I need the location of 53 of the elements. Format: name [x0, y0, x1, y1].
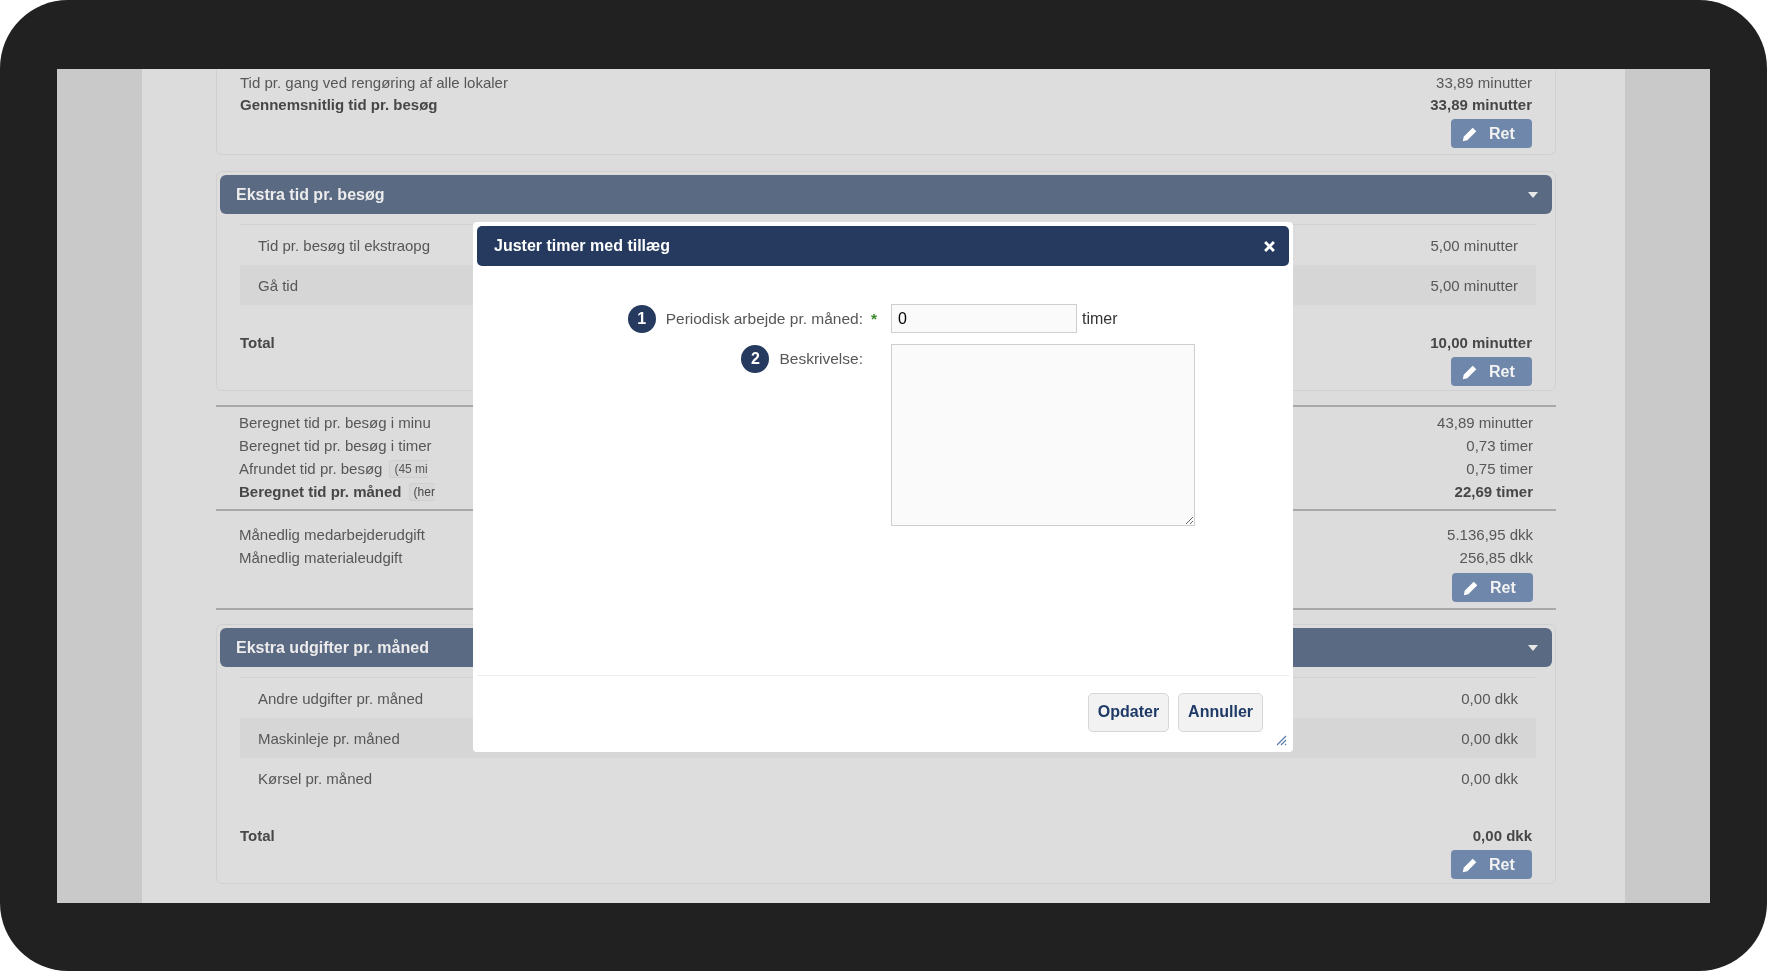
unit-label: timer [1082, 309, 1118, 329]
total-label: Total [240, 334, 275, 351]
dialog-title: Juster timer med tillæg [494, 237, 671, 255]
edit-button[interactable]: Ret [1452, 573, 1533, 602]
row-label: Gå tid [258, 276, 299, 294]
resize-grip-icon[interactable] [1275, 734, 1287, 746]
edit-button[interactable]: Ret [1451, 850, 1532, 879]
close-icon[interactable] [1264, 240, 1275, 252]
summary-value: 43,89 minutter [1437, 414, 1533, 431]
dialog-button[interactable]: Annuller [1178, 692, 1263, 732]
total-value: 10,00 minutter [1430, 334, 1532, 351]
field-label: Beskrivelse: [779, 350, 863, 368]
step-number-badge: 1 [627, 305, 656, 333]
row-value: 5,00 minutter [1430, 276, 1518, 294]
edit-button[interactable]: Ret [1451, 357, 1532, 386]
cost-value: 5.136,95 dkk [1447, 526, 1533, 543]
row-value: 0,00 dkk [1461, 769, 1518, 787]
section-header[interactable]: Ekstra tid pr. besøg [220, 175, 1552, 214]
note-badge: (45 mi [389, 459, 428, 478]
row-value: 33,89 minutter [1430, 95, 1532, 113]
row-label: Maskinleje pr. måned [258, 729, 400, 747]
row-value: 5,00 minutter [1430, 236, 1518, 254]
summary-value: 22,69 timer [1454, 483, 1533, 500]
row-value: 0,00 dkk [1461, 689, 1518, 707]
row-value: 33,89 minutter [1436, 73, 1532, 91]
section-title: Ekstra tid pr. besøg [236, 185, 385, 204]
input-field[interactable]: 0 [891, 304, 1077, 333]
summary-value: 0,73 timer [1466, 437, 1533, 454]
caret-icon [1528, 191, 1538, 198]
summary-label: Afrundet tid pr. besøg [239, 460, 383, 477]
cost-value: 256,85 dkk [1459, 549, 1533, 566]
note-badge: (her [408, 482, 435, 501]
cost-label: Månedlig materialeudgift [239, 549, 403, 566]
section-title: Ekstra udgifter pr. måned [236, 638, 429, 657]
caret-icon [1528, 644, 1538, 651]
dialog-button[interactable]: Opdater [1087, 692, 1170, 732]
row-label: Tid pr. besøg til ekstraopg [258, 236, 431, 254]
edit-button[interactable]: Ret [1451, 119, 1532, 148]
total-value: 0,00 dkk [1472, 827, 1532, 844]
required-mark: * [871, 310, 878, 327]
step-number-badge: 2 [741, 345, 770, 373]
row-label: Andre udgifter pr. måned [258, 689, 424, 707]
summary-value: 0,75 timer [1466, 460, 1533, 477]
field-label: Periodisk arbejde pr. måned: [665, 310, 863, 328]
row-value: 0,00 dkk [1461, 729, 1518, 747]
summary-label: Beregnet tid pr. besøg i timer [239, 437, 432, 454]
summary-label: Beregnet tid pr. besøg i minu [239, 414, 431, 431]
row-label: Tid pr. gang ved rengøring af alle lokaler [240, 73, 508, 91]
row-label: Kørsel pr. måned [258, 769, 373, 787]
row-label: Gennemsnitlig tid pr. besøg [240, 95, 438, 113]
summary-label: Beregnet tid pr. måned [239, 483, 402, 500]
total-label: Total [240, 827, 275, 844]
cost-label: Månedlig medarbejderudgift [239, 526, 425, 543]
